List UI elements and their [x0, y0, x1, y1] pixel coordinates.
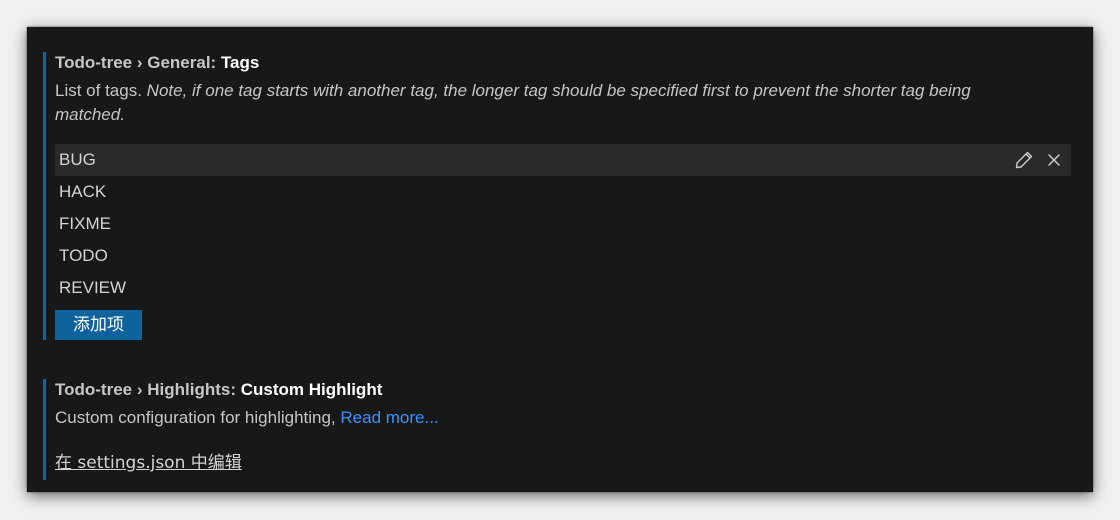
description-note: Note, if one tag starts with another tag…: [55, 81, 971, 124]
setting-title: Todo-tree › General: Tags: [55, 52, 1090, 74]
setting-description: List of tags. Note, if one tag starts wi…: [55, 79, 1045, 127]
tags-list: BUG HACK FIXME TODO REVIEW: [55, 144, 1071, 304]
setting-key: Custom Highlight: [240, 380, 383, 399]
list-item-label: FIXME: [59, 214, 111, 233]
setting-category: Todo-tree › General:: [55, 53, 221, 72]
list-item[interactable]: REVIEW: [55, 272, 1071, 304]
description-text: Custom configuration for highlighting,: [55, 408, 341, 427]
item-actions: [1013, 144, 1065, 176]
list-item[interactable]: TODO: [55, 240, 1071, 272]
list-item-label: TODO: [59, 246, 108, 265]
setting-category: Todo-tree › Highlights:: [55, 380, 241, 399]
setting-description: Custom configuration for highlighting, R…: [55, 406, 1045, 430]
setting-key: Tags: [220, 53, 260, 72]
close-icon[interactable]: [1043, 149, 1065, 171]
list-item[interactable]: FIXME: [55, 208, 1071, 240]
setting-title: Todo-tree › Highlights: Custom Highlight: [55, 379, 1090, 401]
setting-todo-tree-tags: Todo-tree › General: Tags List of tags. …: [43, 52, 1090, 340]
setting-todo-tree-custom-highlight: Todo-tree › Highlights: Custom Highlight…: [43, 379, 1090, 480]
list-item[interactable]: HACK: [55, 176, 1071, 208]
edit-in-settings-json-link[interactable]: 在 settings.json 中编辑: [55, 448, 242, 473]
list-item-label: BUG: [59, 150, 96, 169]
list-item-label: REVIEW: [59, 278, 127, 297]
pencil-icon[interactable]: [1013, 149, 1035, 171]
read-more-link[interactable]: Read more...: [340, 408, 438, 427]
description-text: List of tags.: [55, 81, 147, 100]
add-item-button[interactable]: 添加项: [55, 310, 142, 340]
list-item[interactable]: BUG: [55, 144, 1071, 176]
list-item-label: HACK: [59, 182, 107, 201]
settings-editor: Todo-tree › General: Tags List of tags. …: [27, 27, 1093, 492]
